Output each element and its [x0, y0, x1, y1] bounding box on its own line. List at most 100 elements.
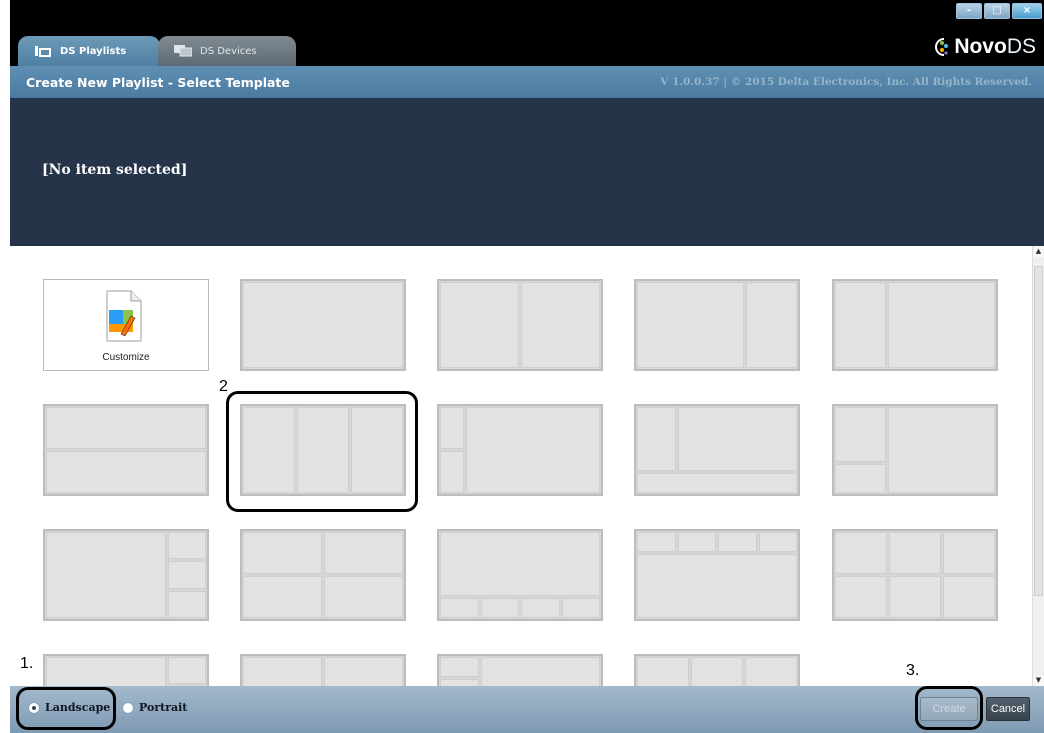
radio-landscape[interactable]: Landscape [28, 701, 110, 714]
layout-template[interactable] [240, 654, 406, 686]
layout-region [690, 657, 743, 686]
layout-template[interactable] [240, 529, 406, 621]
layout-region [835, 407, 887, 463]
layout-region [637, 532, 676, 552]
scroll-up-icon[interactable]: ▲ [1033, 246, 1044, 257]
layout-region [942, 532, 995, 574]
layout-region [758, 532, 797, 552]
layout-region [296, 407, 349, 493]
radio-portrait-label: Portrait [139, 701, 188, 714]
devices-icon [174, 45, 192, 57]
close-button[interactable]: × [1012, 3, 1042, 19]
layout-region [637, 473, 797, 493]
layout-template[interactable] [832, 279, 998, 371]
layout-template[interactable] [43, 529, 209, 621]
template-customize[interactable]: Customize [43, 279, 209, 371]
tab-label: DS Playlists [60, 45, 127, 57]
layout-region [167, 657, 206, 685]
layout-region [243, 657, 322, 686]
layout-region [637, 407, 676, 471]
layout-region [521, 282, 600, 368]
tab-ds-playlists[interactable]: DS Playlists [18, 36, 160, 66]
layout-region [561, 598, 600, 618]
layout-template[interactable] [43, 404, 209, 496]
logo-text-novo: Novo [954, 35, 1007, 58]
layout-template[interactable] [832, 404, 998, 496]
minimize-button[interactable]: - [956, 3, 982, 19]
layout-region [167, 590, 206, 618]
layout-region [942, 576, 995, 618]
layout-region [888, 407, 995, 493]
layout-region [324, 576, 403, 618]
layout-region [350, 407, 403, 493]
radio-portrait[interactable]: Portrait [122, 701, 187, 714]
layout-region [637, 282, 744, 368]
layout-region [637, 657, 689, 686]
layout-region [888, 576, 941, 618]
layout-template[interactable] [240, 404, 406, 496]
layout-region [243, 282, 403, 368]
version-copyright: V 1.0.0.37 | © 2015 Delta Electronics, I… [660, 76, 1032, 88]
layout-region [835, 532, 887, 574]
playlist-icon [34, 45, 52, 57]
layout-region [677, 532, 716, 552]
scroll-thumb[interactable] [1034, 266, 1043, 596]
logo-text-ds: DS [1006, 35, 1036, 58]
layout-template[interactable] [437, 404, 603, 496]
radio-landscape-indicator [28, 701, 40, 714]
layout-template[interactable] [634, 404, 800, 496]
layout-region [46, 532, 166, 618]
layout-region [167, 561, 206, 589]
layout-region [46, 657, 166, 686]
layout-region [744, 657, 797, 686]
layout-region [888, 532, 941, 574]
layout-template[interactable] [634, 654, 800, 686]
layout-region [480, 598, 519, 618]
scroll-down-icon[interactable]: ▼ [1033, 675, 1044, 686]
layout-template[interactable] [832, 529, 998, 621]
layout-region [440, 657, 479, 677]
app-window: DS Playlists DS Devices - □ × Novo DS Cre… [10, 0, 1044, 733]
selection-banner: [No item selected] [10, 98, 1044, 246]
tab-ds-devices[interactable]: DS Devices [158, 36, 296, 66]
layout-region [677, 407, 797, 471]
layout-region [440, 451, 464, 493]
annotation-label-3: 3. [906, 662, 920, 679]
page-title: Create New Playlist - Select Template [26, 75, 290, 90]
layout-region [440, 282, 519, 368]
layout-region [835, 282, 887, 368]
template-grid: Customize ▲ ▼ [10, 246, 1044, 686]
create-button[interactable]: Create [920, 697, 978, 721]
layout-template[interactable] [437, 654, 603, 686]
layout-template[interactable] [634, 529, 800, 621]
layout-region [440, 407, 464, 449]
vertical-scrollbar[interactable]: ▲ ▼ [1032, 246, 1044, 686]
layout-region [888, 282, 995, 368]
radio-landscape-label: Landscape [45, 701, 111, 714]
title-bar: DS Playlists DS Devices - □ × Novo DS [10, 0, 1044, 66]
minimize-icon: - [966, 5, 972, 16]
layout-region [243, 532, 322, 574]
layout-template[interactable] [437, 279, 603, 371]
layout-region [243, 407, 295, 493]
layout-region [465, 407, 600, 493]
tab-label: DS Devices [200, 45, 257, 57]
layout-template[interactable] [43, 654, 209, 686]
layout-region [480, 657, 600, 686]
customize-label: Customize [102, 352, 150, 363]
layout-region [324, 657, 403, 686]
layout-region [521, 598, 560, 618]
layout-region [167, 532, 206, 560]
layout-template[interactable] [634, 279, 800, 371]
maximize-button[interactable]: □ [984, 3, 1010, 19]
novods-logo: Novo DS [932, 34, 1036, 60]
layout-template[interactable] [240, 279, 406, 371]
annotation-label-2: 2 [219, 378, 228, 395]
layout-region [46, 451, 206, 493]
layout-region [243, 576, 322, 618]
close-icon: × [1022, 5, 1032, 16]
selection-status: [No item selected] [42, 162, 188, 178]
layout-template[interactable] [437, 529, 603, 621]
layout-region [440, 598, 479, 618]
cancel-button[interactable]: Cancel [986, 697, 1030, 721]
